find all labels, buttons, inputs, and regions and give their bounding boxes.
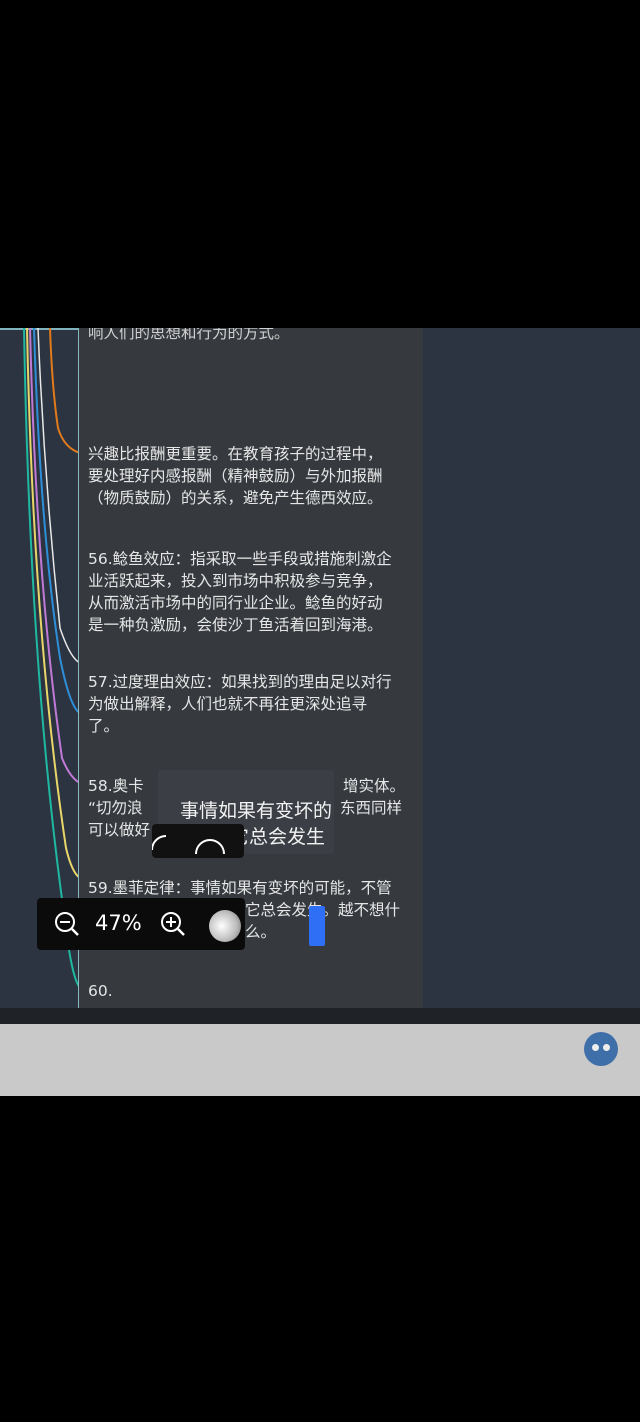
paragraph-60: 60. [88, 982, 113, 1000]
paragraph-56: 56.鲶鱼效应：指采取一些手段或措施刺激企 业活跃起来，投入到市场中积极参与竞争… [88, 550, 392, 634]
drag-knob[interactable] [209, 910, 241, 942]
paragraph-59: 59.墨菲定律：事情如果有变坏的可能，不管 [88, 879, 392, 897]
avatar-eye-right [603, 1044, 610, 1051]
paragraph-58-line2-end: 东西同样 [340, 799, 403, 817]
paragraph-57: 57.过度理由效应：如果找到的理由足以对行 为做出解释，人们也就不再往更深处追寻… [88, 673, 392, 735]
black-bottom-area [0, 1096, 640, 1422]
canvas-right-area [423, 328, 640, 1008]
paragraph-58-line3: 可以做好 [88, 821, 151, 839]
paragraph-59-line3: 么。 [245, 923, 277, 941]
paragraph-58-end: 增实体。 [343, 777, 406, 795]
avatar-eye-left [592, 1044, 599, 1051]
paragraph-58-start: 58.奥卡 [88, 777, 144, 795]
bottom-toolbar [0, 1024, 640, 1096]
connector-orange [49, 328, 81, 454]
paragraph-59-line2: 它总会发生。越不想什 [245, 899, 420, 921]
paragraph-partial: 响人们的思想和行为的方式。 [88, 328, 290, 342]
assistant-avatar-icon[interactable] [584, 1032, 618, 1066]
zoom-percentage: 47% [95, 911, 142, 935]
zoom-in-icon[interactable] [159, 910, 187, 938]
paragraph-interest: 兴趣比报酬更重要。在教育孩子的过程中， 要处理好内感报酬（精神鼓励）与外加报酬 … [88, 445, 383, 507]
mindmap-canvas[interactable]: 响人们的思想和行为的方式。 兴趣比报酬更重要。在教育孩子的过程中， 要处理好内感… [0, 328, 640, 1096]
paragraph-58-line2-start: “切勿浪 [88, 799, 143, 817]
text-cursor-handle[interactable] [309, 906, 325, 946]
zoom-out-icon[interactable] [53, 910, 81, 938]
tooltip-line1: 事情如果有变坏的 [180, 800, 333, 822]
overlay-artifact [151, 824, 244, 858]
